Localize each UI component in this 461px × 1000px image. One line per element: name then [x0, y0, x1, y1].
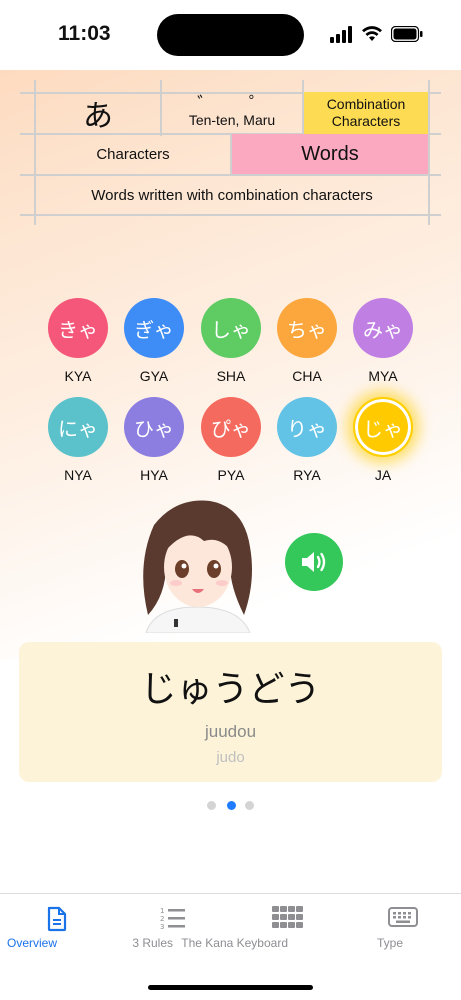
kana-circle[interactable]: にゃ [48, 397, 108, 457]
kana-circle[interactable]: ちゃ [277, 298, 337, 358]
kana-circle[interactable]: しゃ [201, 298, 261, 358]
kana-circle[interactable]: ひゃ [124, 397, 184, 457]
battery-icon [391, 26, 423, 42]
grid-keypad-icon [272, 906, 303, 928]
dynamic-island [157, 14, 304, 56]
status-bar: 11:03 [0, 0, 461, 70]
kana-circle[interactable]: みゃ [353, 298, 413, 358]
kana-romaji-label: GYA [139, 368, 169, 384]
svg-text:2: 2 [160, 915, 164, 923]
kana-romaji-label: SHA [216, 368, 246, 384]
kana-circle[interactable]: きゃ [48, 298, 108, 358]
tab-label: Type [376, 936, 404, 950]
kana-button-mya[interactable]: みゃ MYA [343, 298, 423, 388]
tab-bar: Overview 1 2 3 3 Rules The Kana Keyboard [0, 893, 461, 1000]
kana-button-rya[interactable]: りゃ RYA [267, 397, 347, 487]
section-description: Words written with combination character… [91, 186, 373, 204]
kana-button-nya[interactable]: にゃ NYA [38, 397, 118, 487]
word-english: judo [216, 749, 245, 766]
tab-label: 3 Rules [132, 936, 173, 950]
grid-line [428, 80, 430, 225]
kana-button-kya[interactable]: きゃ KYA [38, 298, 118, 388]
document-icon [47, 906, 67, 932]
page-indicator[interactable] [207, 801, 257, 811]
kana-button-sha[interactable]: しゃ SHA [191, 298, 271, 388]
kana-romaji-label: KYA [64, 368, 92, 384]
tab-label: The Kana Keyboard [181, 936, 288, 950]
kana-romaji-label: HYA [140, 467, 168, 483]
kana-romaji-label: NYA [64, 467, 92, 483]
page-dot[interactable] [245, 801, 254, 810]
characters-cell[interactable]: Characters [36, 134, 230, 174]
kana-romaji-label: RYA [293, 467, 321, 483]
kana-circle[interactable]: ぴゃ [201, 397, 261, 457]
word-japanese: じゅうどう [140, 669, 321, 710]
words-cell[interactable]: Words [232, 134, 428, 174]
kana-button-gya[interactable]: ぎゃ GYA [114, 298, 194, 388]
tenten-label: Ten-ten, Maru [188, 112, 276, 128]
keyboard-icon [388, 907, 418, 927]
hiragana-cell[interactable]: あ [36, 92, 160, 134]
kana-circle[interactable]: ぎゃ [124, 298, 184, 358]
svg-text:3: 3 [160, 923, 164, 930]
status-icons [330, 25, 430, 45]
kana-romaji-label: CHA [292, 368, 322, 384]
kana-button-pya[interactable]: ぴゃ PYA [191, 397, 271, 487]
numbered-list-icon: 1 2 3 [160, 907, 185, 930]
word-romaji: juudou [204, 722, 257, 741]
wifi-icon [362, 26, 382, 41]
svg-text:1: 1 [160, 907, 164, 915]
page-dot[interactable] [207, 801, 216, 810]
grid-line [20, 214, 441, 216]
home-indicator [148, 985, 313, 990]
signal-icon [330, 26, 352, 43]
tenten-marks: ゛ ゜ [197, 94, 281, 115]
kana-button-cha[interactable]: ちゃ CHA [267, 298, 347, 388]
kana-romaji-label: JA [374, 467, 392, 483]
kana-circle[interactable]: じゃ [353, 397, 413, 457]
kana-button-ja[interactable]: じゃ JA [343, 397, 423, 487]
speaker-icon [302, 552, 326, 572]
word-card[interactable]: じゅうどう juudou judo [19, 642, 442, 782]
page-dot-active[interactable] [227, 801, 236, 810]
tab-label: Overview [6, 936, 58, 950]
category-grid: あ ゛ ゜ Ten-ten, Maru Combination Characte… [20, 80, 441, 225]
avatar-illustration [143, 500, 252, 633]
speaker-button[interactable] [285, 533, 343, 591]
tenten-maru-cell[interactable]: ゛ ゜ Ten-ten, Maru [162, 92, 302, 134]
combination-cell[interactable]: Combination Characters [304, 92, 428, 134]
kana-circle[interactable]: りゃ [277, 397, 337, 457]
kana-romaji-label: PYA [217, 467, 245, 483]
kana-romaji-label: MYA [368, 368, 398, 384]
kana-button-hya[interactable]: ひゃ HYA [114, 397, 194, 487]
status-time: 11:03 [58, 22, 111, 45]
